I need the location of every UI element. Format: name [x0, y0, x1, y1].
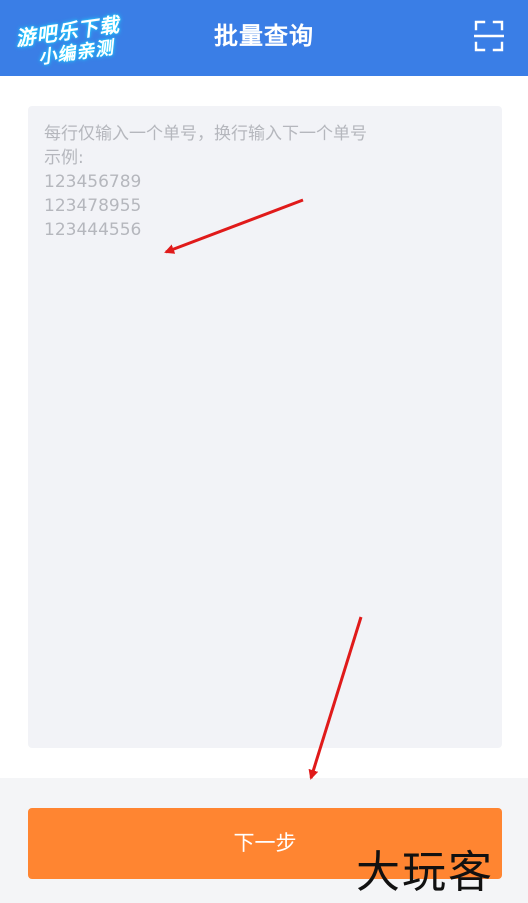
scan-icon [473, 20, 505, 52]
placeholder-instruction: 每行仅输入一个单号，换行输入下一个单号 [44, 124, 367, 144]
placeholder-example-3: 123444556 [44, 220, 142, 240]
scan-button[interactable] [473, 20, 505, 52]
placeholder-example-label: 示例: [44, 148, 84, 168]
placeholder-example-2: 123478955 [44, 196, 142, 216]
tracking-number-textarea[interactable]: 每行仅输入一个单号，换行输入下一个单号 示例: 123456789 123478… [28, 106, 502, 748]
page-title: 批量查询 [214, 22, 314, 50]
placeholder-example-1: 123456789 [44, 172, 142, 192]
textarea-placeholder: 每行仅输入一个单号，换行输入下一个单号 示例: 123456789 123478… [44, 122, 367, 242]
app-header: 游吧乐下载 小编亲测 批量查询 [0, 0, 528, 76]
corner-watermark: 大玩客 [356, 847, 494, 898]
